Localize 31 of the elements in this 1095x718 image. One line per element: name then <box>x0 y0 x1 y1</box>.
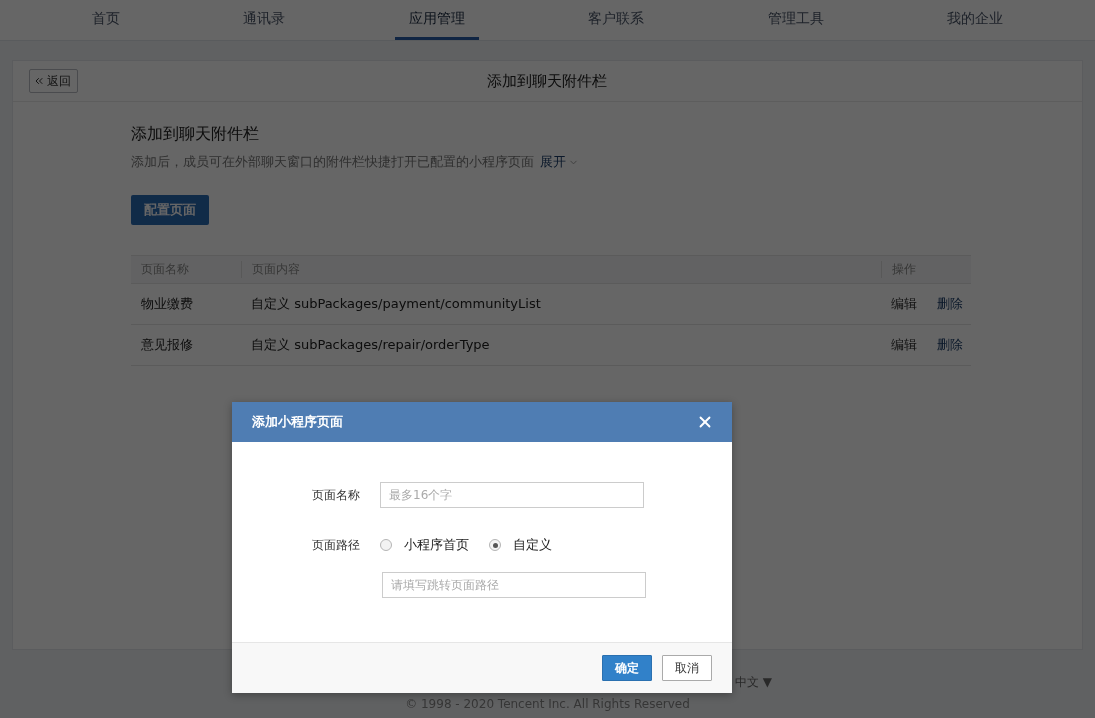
field-label: 页面路径 <box>312 536 361 554</box>
nav-tab[interactable]: 客户联系 <box>574 0 659 40</box>
radio-option[interactable]: 自定义 <box>489 536 552 554</box>
nav-tab[interactable]: 通讯录 <box>229 0 300 40</box>
field-label: 页面名称 <box>312 486 361 504</box>
configure-button[interactable]: 配置页面 <box>131 195 209 225</box>
radio-icon[interactable] <box>380 539 392 551</box>
double-chevron-icon <box>33 75 45 87</box>
back-button[interactable]: 返回 <box>29 69 78 93</box>
dialog-title: 添加小程序页面 <box>252 413 343 431</box>
expand-link[interactable]: 展开 <box>540 154 579 171</box>
cancel-button[interactable]: 取消 <box>662 655 712 681</box>
section-heading: 添加到聊天附件栏 <box>131 124 260 145</box>
table-cell-text: 意见报修 <box>140 336 194 354</box>
table-cell-text: 自定义 subPackages/repair/orderType <box>250 336 491 354</box>
nav-tab[interactable]: 应用管理 <box>394 0 479 40</box>
radio-icon[interactable] <box>489 539 501 551</box>
nav-tab[interactable]: 管理工具 <box>753 0 838 40</box>
table-cell-text: 物业缴费 <box>140 295 194 313</box>
nav-tab[interactable]: 首页 <box>77 0 134 40</box>
table-cell-text: 自定义 subPackages/payment/communityList <box>250 295 542 313</box>
page-title: 添加到聊天附件栏 <box>486 71 608 91</box>
delete-link[interactable]: 删除 <box>937 336 963 354</box>
edit-link[interactable]: 编辑 <box>891 336 917 354</box>
radio-option[interactable]: 小程序首页 <box>380 536 469 554</box>
confirm-button[interactable]: 确定 <box>602 655 652 681</box>
name-input[interactable]: 最多16个字 <box>380 482 644 508</box>
nav-tab[interactable]: 我的企业 <box>933 0 1018 40</box>
delete-link[interactable]: 删除 <box>937 295 963 313</box>
edit-link[interactable]: 编辑 <box>891 295 917 313</box>
path-input[interactable]: 请填写跳转页面路径 <box>382 572 646 598</box>
